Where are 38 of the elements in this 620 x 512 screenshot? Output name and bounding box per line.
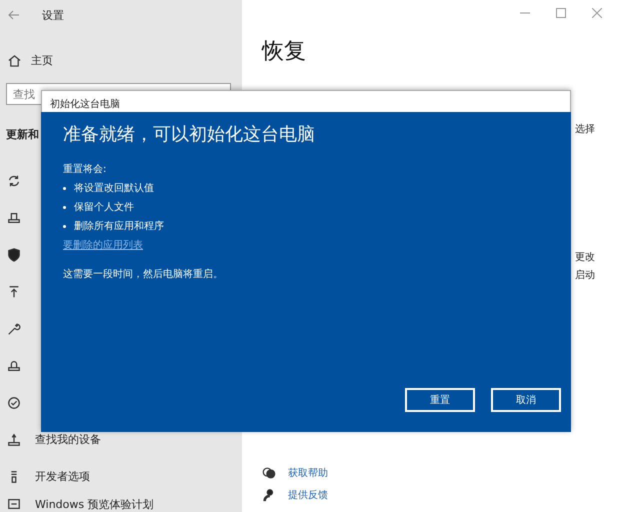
intro-text: 重置将会:	[63, 162, 108, 177]
help-link[interactable]: 获取帮助	[288, 466, 328, 480]
reset-button[interactable]: 重置	[405, 388, 475, 412]
sync-icon	[7, 174, 21, 188]
bullet-icon	[63, 225, 66, 228]
up-arrow-icon	[7, 284, 21, 298]
home-icon[interactable]	[8, 54, 21, 66]
tray-icon	[7, 358, 21, 372]
list-item: 删除所有应用和程序	[74, 220, 164, 234]
back-arrow-icon[interactable]	[8, 10, 20, 20]
list-item: 保留个人文件	[74, 200, 134, 215]
dialog-heading: 准备就绪，可以初始化这台电脑	[63, 123, 316, 146]
window-title: 设置	[42, 8, 64, 22]
bullet-icon	[63, 187, 66, 190]
cancel-button[interactable]: 取消	[491, 388, 561, 412]
description-text: 启动	[575, 268, 595, 282]
sidebar-item[interactable]: Windows 预览体验计划	[35, 497, 154, 512]
bullet-icon	[63, 206, 66, 209]
home-link[interactable]: 主页	[31, 52, 53, 68]
help-link[interactable]: 提供反馈	[288, 488, 328, 502]
dialog-title: 初始化这台电脑	[41, 90, 571, 112]
page-heading: 恢复	[262, 38, 307, 66]
description-text: 更改	[575, 251, 595, 264]
chat-bubbles-icon	[262, 466, 276, 480]
check-circle-icon	[7, 396, 21, 410]
shield-icon	[7, 248, 21, 262]
window-icon	[7, 497, 21, 511]
sidebar-item[interactable]: 开发者选项	[35, 469, 90, 484]
person-icon	[262, 488, 276, 502]
note-text: 这需要一段时间，然后电脑将重启。	[63, 268, 224, 281]
close-icon[interactable]	[592, 8, 602, 18]
section-heading: 更新和	[6, 128, 39, 141]
description-text: 选择	[575, 122, 595, 136]
maximize-icon[interactable]	[556, 8, 566, 18]
app-list-link[interactable]: 要删除的应用列表	[63, 236, 143, 255]
tray-icon	[7, 210, 21, 224]
list-item: 将设置改回默认值	[74, 182, 154, 196]
sidebar-item[interactable]: 查找我的设备	[35, 432, 101, 447]
